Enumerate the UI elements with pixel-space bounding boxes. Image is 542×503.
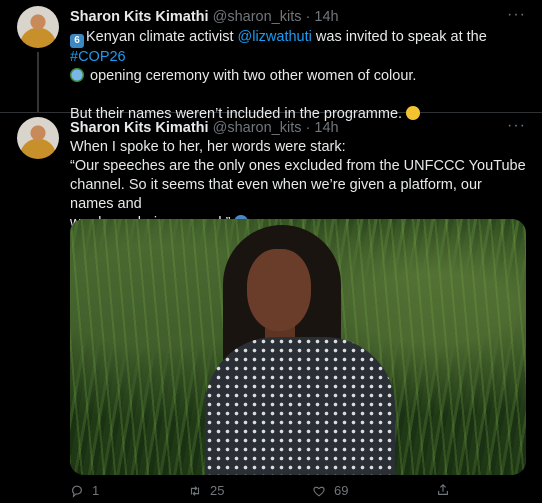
- like-count: 69: [334, 483, 349, 498]
- face: [247, 249, 311, 331]
- author-name[interactable]: Sharon Kits Kimathi: [70, 120, 209, 136]
- reply-count: 1: [92, 483, 100, 498]
- retweet-icon: [190, 485, 200, 496]
- retweet-button[interactable]: 25: [188, 483, 224, 498]
- shirt: [205, 337, 395, 475]
- tweet-photo[interactable]: [70, 219, 526, 475]
- avatar[interactable]: [17, 6, 59, 48]
- share-button[interactable]: [436, 483, 450, 497]
- text-segment: opening ceremony with two other women of…: [86, 68, 417, 84]
- tweet-header: Sharon Kits Kimathi @sharon_kits · 14h: [70, 8, 339, 26]
- more-icon[interactable]: ···: [507, 117, 526, 135]
- author-name[interactable]: Sharon Kits Kimathi: [70, 9, 209, 25]
- photo-subject: [205, 219, 405, 475]
- reply-icon: [72, 485, 82, 498]
- hashtag-link[interactable]: #COP26: [70, 49, 126, 65]
- tweet-text: 6 Kenyan climate activist @lizwathuti was…: [70, 28, 528, 124]
- tweet-line: 6 Kenyan climate activist @lizwathuti was…: [70, 28, 528, 67]
- like-icon: [313, 486, 325, 497]
- tweet-line: “Our speeches are the only ones excluded…: [70, 158, 526, 174]
- author-handle[interactable]: @sharon_kits: [213, 9, 302, 25]
- mention-link[interactable]: @lizwathuti: [238, 29, 312, 45]
- thread-connector: [37, 52, 39, 112]
- tweet-1[interactable]: Sharon Kits Kimathi @sharon_kits · 14h ·…: [0, 0, 542, 122]
- separator: ·: [305, 120, 311, 136]
- text-segment: Kenyan climate activist: [86, 29, 238, 45]
- share-icon: [438, 483, 448, 495]
- reply-button[interactable]: 1: [70, 483, 99, 498]
- avatar[interactable]: [17, 117, 59, 159]
- text-segment: was invited to speak at the: [311, 29, 487, 45]
- tweet-actions: 1 25 69: [70, 483, 470, 503]
- retweet-count: 25: [210, 483, 225, 498]
- author-handle[interactable]: @sharon_kits: [213, 120, 302, 136]
- tweet-line: When I spoke to her, her words were star…: [70, 139, 346, 155]
- separator: ·: [305, 9, 311, 25]
- timestamp[interactable]: 14h: [314, 120, 338, 136]
- more-icon[interactable]: ···: [507, 6, 526, 24]
- like-button[interactable]: 69: [312, 483, 348, 498]
- tweet-header: Sharon Kits Kimathi @sharon_kits · 14h: [70, 119, 339, 137]
- tweet-line: opening ceremony with two other women of…: [70, 67, 528, 86]
- globe-emoji: [70, 68, 84, 82]
- tweet-line: channel. So it seems that even when we’r…: [70, 177, 482, 212]
- timestamp[interactable]: 14h: [314, 9, 338, 25]
- keycap-six-emoji: 6: [70, 34, 84, 48]
- tweet-2[interactable]: Sharon Kits Kimathi @sharon_kits · 14h ·…: [0, 113, 542, 500]
